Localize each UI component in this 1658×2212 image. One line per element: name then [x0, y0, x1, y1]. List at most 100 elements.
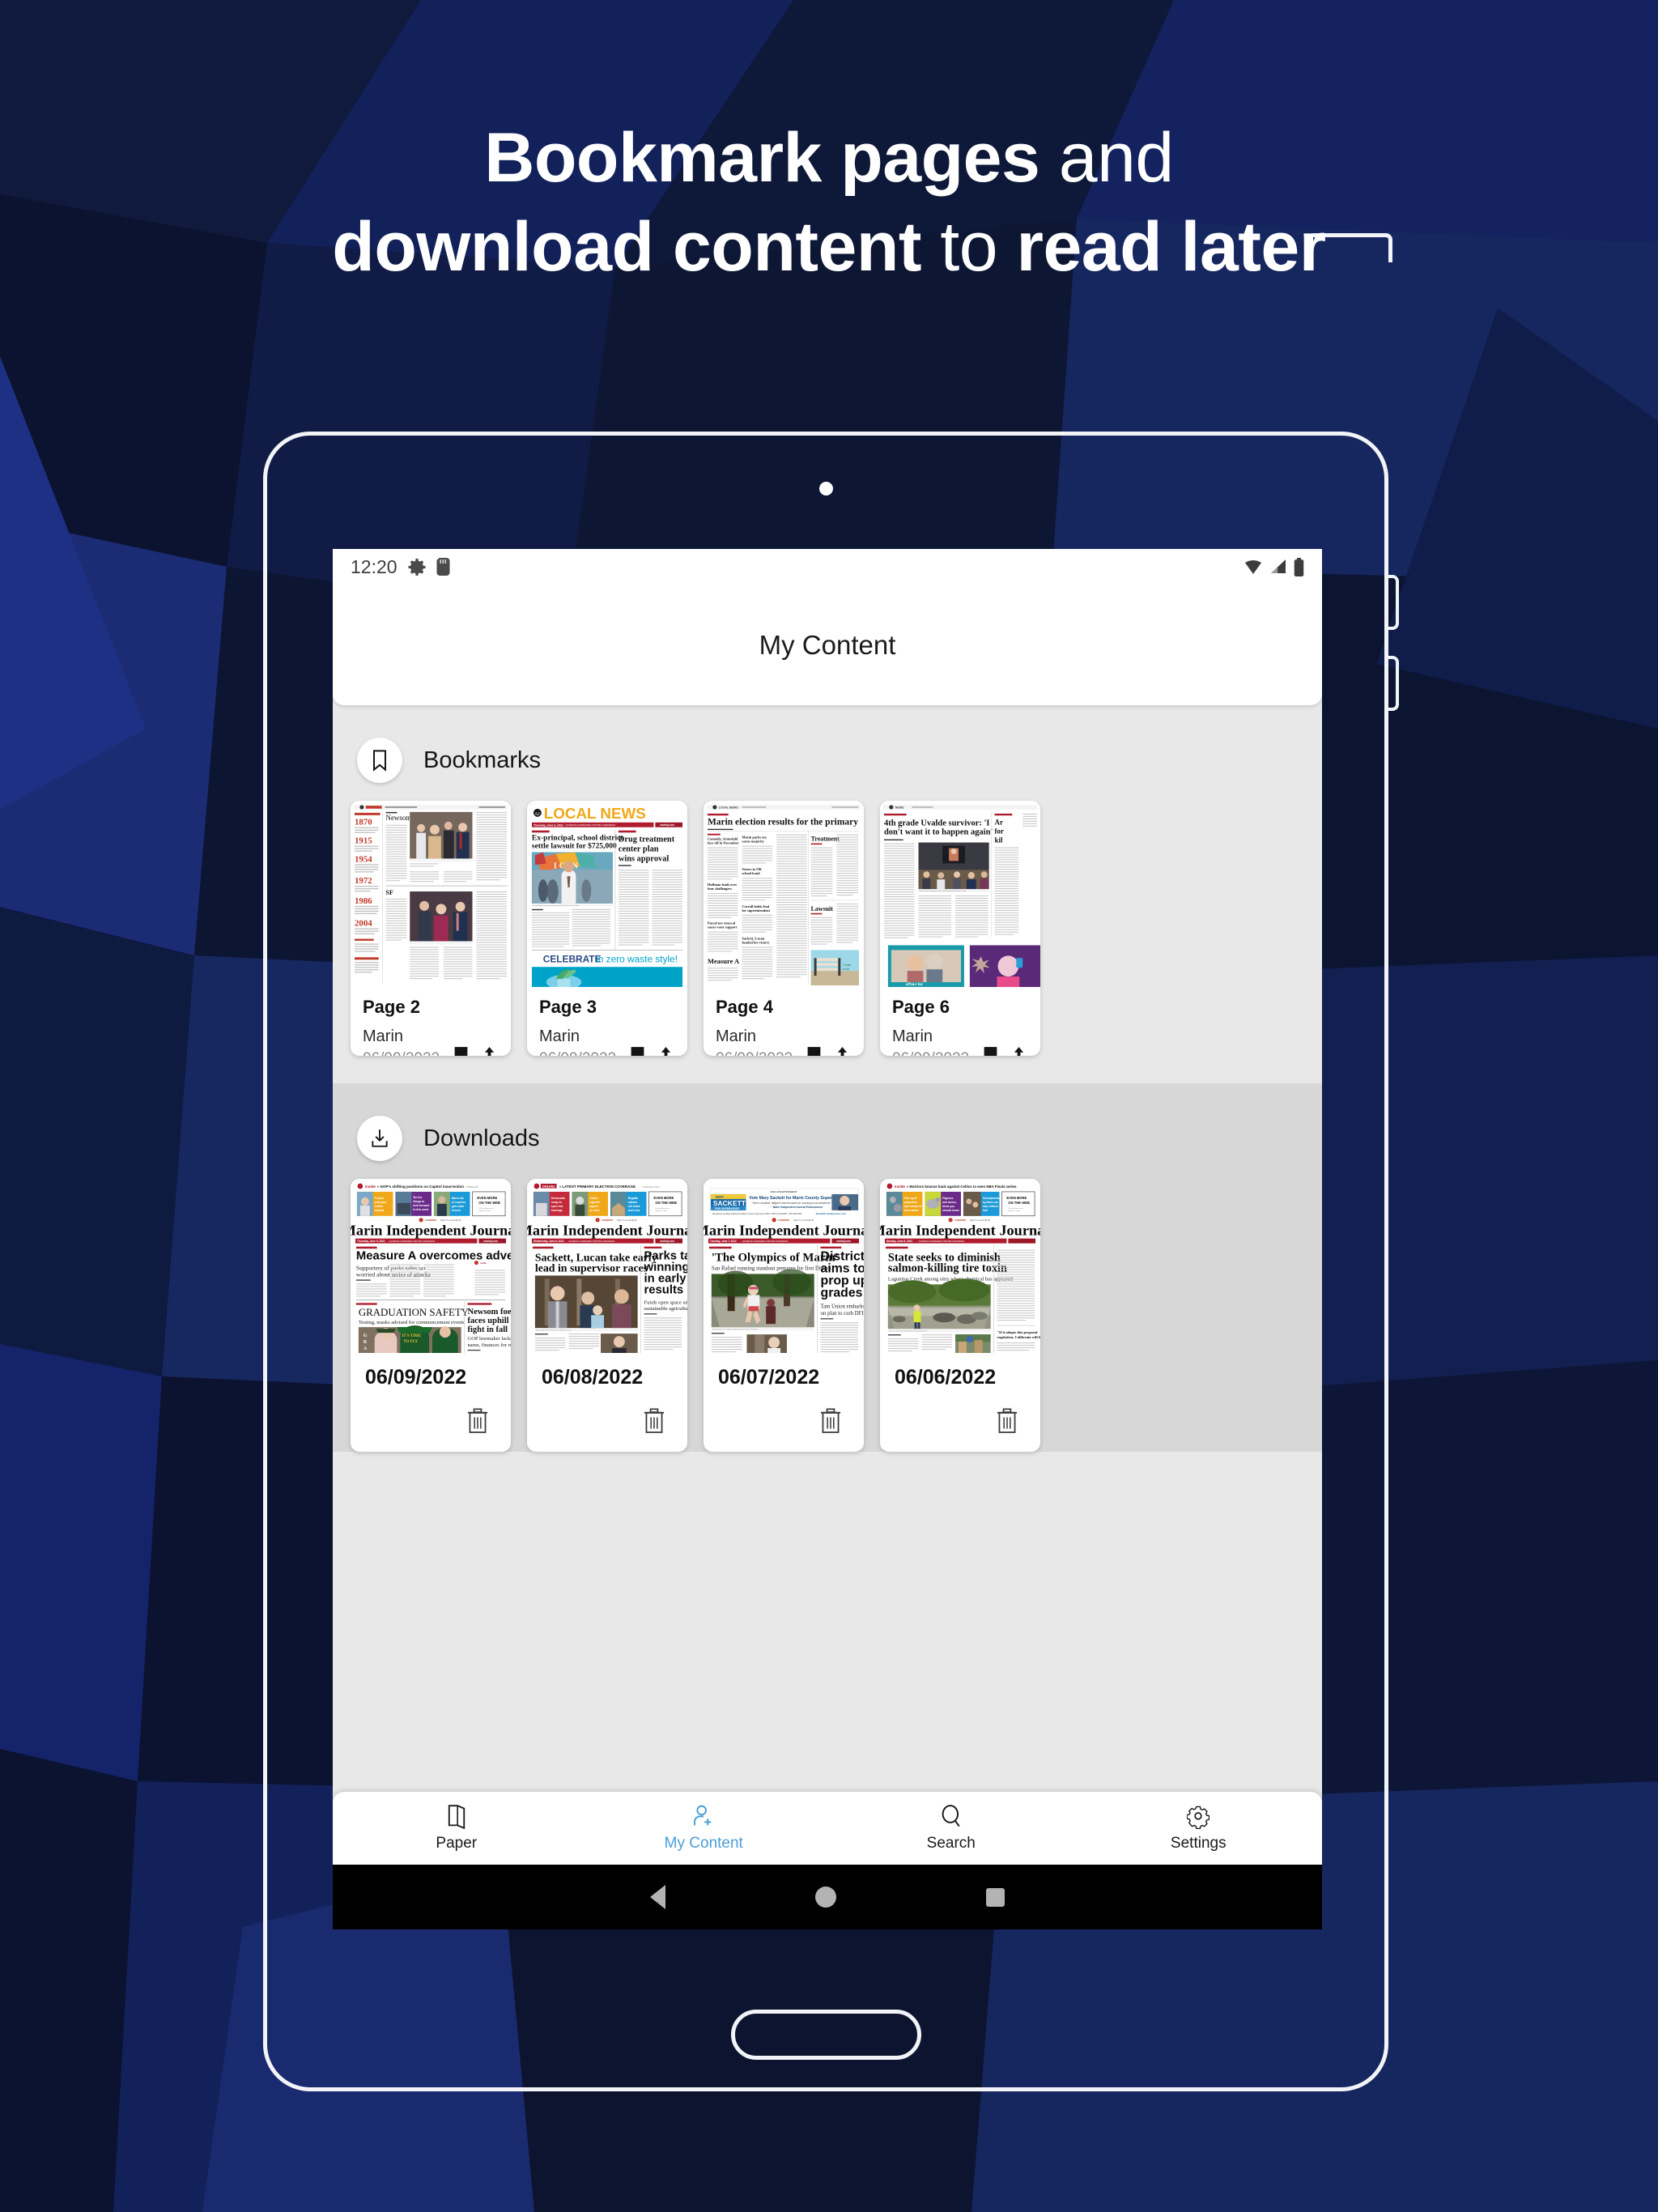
svg-text:properties: properties [904, 1201, 918, 1204]
downloads-section-title: Downloads [423, 1125, 540, 1151]
svg-text:FACEBOOK.COM/MARINIJ TWITTE: FACEBOOK.COM/MARINIJ TWITTER.COM/MARINIJ [742, 1240, 789, 1243]
bottom-navigation-bar: Paper My Content Search Settings [333, 1792, 1322, 1865]
share-icon[interactable] [657, 1046, 675, 1056]
card-date: 06/09/2022 [363, 1050, 440, 1056]
card-publication: Marin [716, 1027, 757, 1045]
bookmark-card[interactable]: NEWS 4th grade Uvalde survivor: 'I don't… [880, 801, 1040, 1056]
svg-text:Newsom foe: Newsom foe [468, 1308, 511, 1317]
card-publication: Marin [892, 1027, 933, 1045]
svg-text:FACEBOOK.COM/MARINIJ TWITTE: FACEBOOK.COM/MARINIJ TWITTER.COM/MARINIJ [919, 1240, 966, 1243]
svg-text:ONLINE:: ONLINE: [542, 1184, 555, 1188]
svg-text:LOCAL NEWS: LOCAL NEWS [719, 806, 738, 810]
bookmarks-section-title: Bookmarks [423, 747, 542, 773]
headline-rest-1: and [1039, 119, 1175, 197]
trash-icon[interactable] [996, 1407, 1018, 1435]
nav-label-my-content: My Content [664, 1834, 743, 1852]
downloads-section-header: Downloads [333, 1104, 1322, 1179]
svg-text:EVEN MORE: EVEN MORE [1006, 1196, 1027, 1200]
edition-thumbnail[interactable]: Inside » Warriors bounce back against Ce… [880, 1179, 1040, 1353]
bookmark-card[interactable]: AJ LOCAL NEWS Thursday, June 9, 2022 FAC… [527, 801, 687, 1056]
volume-up-button[interactable] [1388, 575, 1399, 630]
svg-text:for: for [995, 827, 1004, 836]
svg-text:saw losses of: saw losses of [904, 1205, 923, 1208]
home-icon[interactable] [815, 1887, 836, 1908]
svg-text:"She's studied, diligent and f: "She's studied, diligent and focused on … [751, 1202, 832, 1205]
svg-text:ready to: ready to [551, 1201, 562, 1204]
download-icon [372, 1129, 388, 1147]
svg-text:NEWS: NEWS [895, 806, 904, 810]
svg-text:A: A [363, 1346, 368, 1351]
svg-text:to this week: to this week [413, 1208, 428, 1211]
page-thumbnail[interactable]: LOCAL NEWS Marin election results for th… [704, 801, 864, 987]
share-icon[interactable] [480, 1046, 499, 1056]
svg-text:FORWARD: FORWARD [954, 1219, 966, 1222]
headline-bold-2b: read later [1016, 208, 1327, 287]
page-thumbnail[interactable]: AJ LOCAL NEWS Thursday, June 9, 2022 FAC… [527, 801, 687, 987]
edition-thumbnail[interactable]: ONLINE: » LATEST PRIMARY ELECTION COVERA… [527, 1179, 687, 1353]
svg-text:Wednesday, June 8, 2022: Wednesday, June 8, 2022 [534, 1240, 564, 1243]
svg-text:hearings: hearings [551, 1209, 563, 1212]
download-card[interactable]: ONLINE: » LATEST PRIMARY ELECTION COVERA… [527, 1179, 687, 1452]
svg-text:school bond: school bond [742, 871, 761, 875]
nav-item-settings[interactable]: Settings [1075, 1792, 1323, 1865]
bookmark-card[interactable]: LOCAL NEWS Marin election results for th… [704, 801, 864, 1056]
svg-text:principal: principal [375, 1201, 386, 1204]
page-thumbnail[interactable]: NEWS 4th grade Uvalde survivor: 'I don't… [880, 801, 1040, 987]
svg-text:Oldies: Oldies [589, 1197, 597, 1200]
trash-icon[interactable] [819, 1407, 842, 1435]
bookmark-badge [357, 738, 402, 783]
bookmark-icon [373, 750, 386, 772]
page-thumbnail[interactable]: 1870 1915 1954 1972 1986 2004 Newsom SF [351, 801, 511, 987]
bookmark-filled-icon[interactable] [453, 1046, 470, 1056]
nav-item-search[interactable]: Search [827, 1792, 1075, 1865]
svg-text:SACKETT: SACKETT [713, 1199, 746, 1207]
svg-text:Lawsuit: Lawsuit [811, 905, 834, 912]
back-icon[interactable] [650, 1885, 665, 1909]
headline-bold-2a: download content [332, 208, 921, 287]
app-bar: My Content [333, 585, 1322, 705]
home-button-outline[interactable] [731, 2010, 921, 2060]
trash-icon[interactable] [466, 1407, 489, 1435]
download-card[interactable]: PAID ADVERTISEMENT MARY SACKETT FOR SUPE… [704, 1179, 864, 1452]
page-title: My Content [759, 629, 896, 660]
share-icon[interactable] [833, 1046, 852, 1056]
svg-text:Marin Independent Journal: Marin Independent Journal [704, 1223, 864, 1239]
card-page-label: Page 4 [716, 997, 773, 1017]
svg-text:look forward: look forward [413, 1204, 429, 1207]
headline-mid-2: to [920, 208, 1017, 287]
svg-text:updates, videos: updates, videos [655, 1210, 667, 1212]
status-bar: 12:20 [333, 549, 1322, 585]
svg-text:– Marin Independent Journal En: – Marin Independent Journal Endorsement [771, 1206, 823, 1209]
download-badge [357, 1116, 402, 1161]
nav-item-paper[interactable]: Paper [333, 1792, 580, 1865]
svg-text:things to: things to [413, 1200, 424, 1203]
person-plus-icon [694, 1805, 712, 1825]
svg-text:Marin trio: Marin trio [452, 1197, 464, 1200]
downloads-card-row[interactable]: Inside » GOP's shifting positions on Cap… [333, 1179, 1322, 1452]
nav-label-settings: Settings [1170, 1834, 1226, 1852]
bookmark-card[interactable]: 1870 1915 1954 1972 1986 2004 Newsom SF … [351, 801, 511, 1056]
svg-text:Miah Cerrillo, a fourth-grade: Miah Cerrillo, a fourth-grade student at… [920, 890, 967, 892]
svg-text:on plan to curb DFIs: on plan to curb DFIs [821, 1311, 864, 1317]
share-icon[interactable] [1010, 1046, 1028, 1056]
svg-text:four challengers: four challengers [708, 887, 732, 891]
trash-icon[interactable] [643, 1407, 665, 1435]
edition-thumbnail[interactable]: Inside » GOP's shifting positions on Cap… [351, 1179, 511, 1353]
bookmark-filled-icon[interactable] [982, 1046, 999, 1056]
recents-icon[interactable] [986, 1887, 1005, 1907]
bookmarks-section-header: Bookmarks [333, 726, 1322, 801]
download-card[interactable]: Inside » GOP's shifting positions on Cap… [351, 1179, 511, 1452]
svg-text:Grandparents: Grandparents [983, 1197, 1000, 1200]
svg-text:High 71 Low 53 $2.00: High 71 Low 53 $2.00 [617, 1219, 638, 1222]
android-system-nav [333, 1865, 1322, 1929]
bookmarks-card-row[interactable]: 1870 1915 1954 1972 1986 2004 Newsom SF … [333, 801, 1322, 1056]
svg-text:Regatta: Regatta [628, 1197, 638, 1200]
svg-text:High 71 Low 53 $2.00: High 71 Low 53 $2.00 [793, 1219, 814, 1222]
bookmark-filled-icon[interactable] [806, 1046, 823, 1056]
volume-down-button[interactable] [1388, 656, 1399, 711]
gear-icon [1187, 1806, 1210, 1829]
download-card[interactable]: Inside » Warriors bounce back against Ce… [880, 1179, 1040, 1452]
edition-thumbnail[interactable]: PAID ADVERTISEMENT MARY SACKETT FOR SUPE… [704, 1179, 864, 1353]
bookmark-filled-icon[interactable] [629, 1046, 646, 1056]
nav-item-my-content[interactable]: My Content [580, 1792, 828, 1865]
